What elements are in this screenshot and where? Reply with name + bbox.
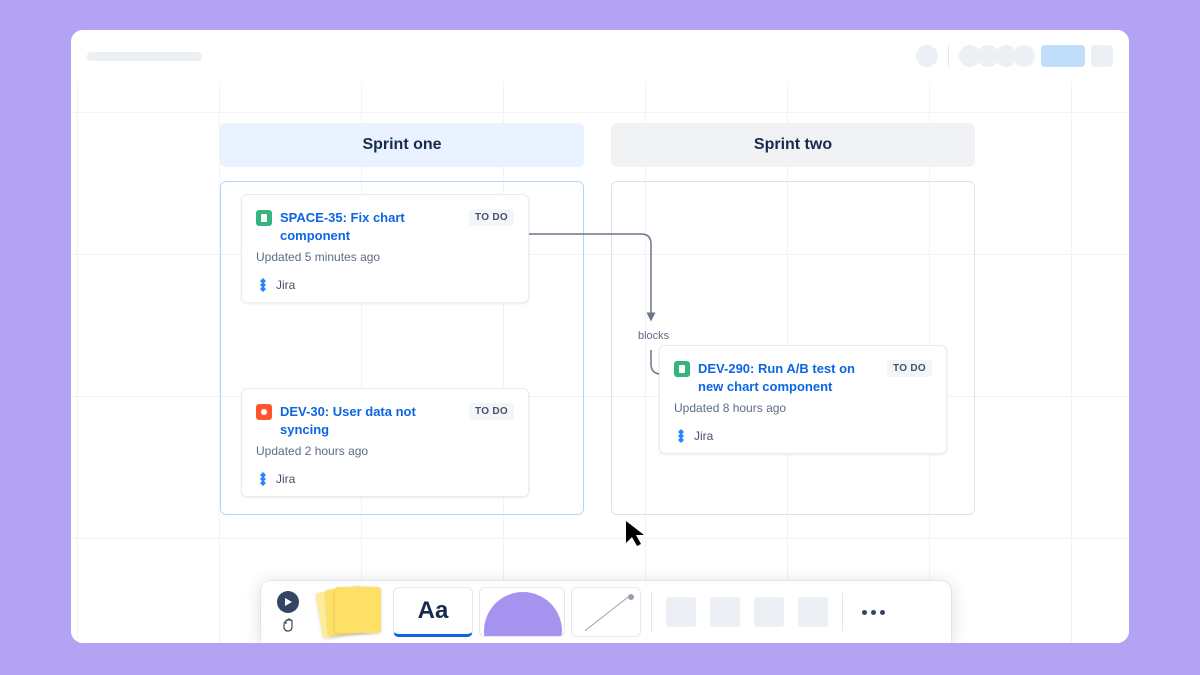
issue-card-dev30[interactable]: DEV-30: User data not syncing TO DO Upda…	[241, 388, 529, 497]
shape-tool[interactable]	[479, 587, 565, 637]
tool-placeholder-4[interactable]	[798, 597, 828, 627]
app-window: Sprint one Sprint two blocks SPACE-35: F…	[71, 30, 1129, 643]
card-title: DEV-30: User data not syncing	[280, 403, 461, 438]
sticky-note-tool[interactable]	[311, 587, 387, 637]
section-header-sprint-one[interactable]: Sprint one	[220, 123, 584, 167]
divider	[651, 593, 652, 631]
grid-line	[77, 82, 78, 643]
connector-label: blocks	[635, 330, 672, 342]
card-footer: Jira	[256, 278, 514, 292]
bug-icon	[256, 404, 272, 420]
circle-icon	[484, 592, 562, 637]
grid-line	[71, 538, 1129, 539]
whiteboard-canvas[interactable]: Sprint one Sprint two blocks SPACE-35: F…	[71, 82, 1129, 643]
line-endpoint-icon	[628, 594, 634, 600]
tool-placeholder-3[interactable]	[754, 597, 784, 627]
issue-card-space35[interactable]: SPACE-35: Fix chart component TO DO Upda…	[241, 194, 529, 303]
card-title-wrap: DEV-290: Run A/B test on new chart compo…	[674, 360, 879, 395]
card-footer: Jira	[674, 429, 932, 443]
dot-icon	[880, 610, 885, 615]
collab-avatar-4[interactable]	[1013, 45, 1035, 67]
card-title: SPACE-35: Fix chart component	[280, 209, 461, 244]
grid-line	[71, 112, 1129, 113]
sticky-note-icon	[335, 587, 381, 633]
tool-placeholder-2[interactable]	[710, 597, 740, 627]
jira-icon	[674, 429, 688, 443]
select-tool[interactable]	[271, 587, 305, 637]
line-icon	[585, 596, 630, 631]
topbar-right	[916, 45, 1113, 67]
status-badge: TO DO	[469, 209, 514, 226]
source-label: Jira	[276, 472, 295, 486]
story-icon	[256, 210, 272, 226]
card-title: DEV-290: Run A/B test on new chart compo…	[698, 360, 879, 395]
cursor-icon	[624, 519, 648, 547]
card-title-wrap: SPACE-35: Fix chart component	[256, 209, 461, 244]
menu-button[interactable]	[1091, 45, 1113, 67]
status-badge: TO DO	[887, 360, 932, 377]
pointer-icon	[277, 591, 299, 613]
jira-icon	[256, 472, 270, 486]
section-title: Sprint two	[754, 136, 832, 154]
text-tool-label: Aa	[418, 597, 449, 625]
card-updated: Updated 2 hours ago	[256, 444, 514, 458]
dot-icon	[862, 610, 867, 615]
story-icon	[674, 361, 690, 377]
card-updated: Updated 8 hours ago	[674, 401, 932, 415]
text-tool[interactable]: Aa	[393, 587, 473, 637]
card-header: SPACE-35: Fix chart component TO DO	[256, 209, 514, 244]
section-header-sprint-two[interactable]: Sprint two	[611, 123, 975, 167]
status-badge: TO DO	[469, 403, 514, 420]
divider	[948, 45, 949, 67]
topbar	[71, 30, 1129, 82]
card-footer: Jira	[256, 472, 514, 486]
avatar[interactable]	[916, 45, 938, 67]
share-button[interactable]	[1041, 45, 1085, 67]
source-label: Jira	[276, 278, 295, 292]
dot-icon	[871, 610, 876, 615]
card-header: DEV-30: User data not syncing TO DO	[256, 403, 514, 438]
hand-icon	[280, 617, 296, 633]
topbar-title-placeholder	[87, 52, 202, 61]
more-tools-button[interactable]	[853, 587, 893, 637]
card-title-wrap: DEV-30: User data not syncing	[256, 403, 461, 438]
card-updated: Updated 5 minutes ago	[256, 250, 514, 264]
toolbar: Aa	[261, 581, 951, 643]
divider	[842, 593, 843, 631]
jira-icon	[256, 278, 270, 292]
tool-placeholder-1[interactable]	[666, 597, 696, 627]
source-label: Jira	[694, 429, 713, 443]
issue-card-dev290[interactable]: DEV-290: Run A/B test on new chart compo…	[659, 345, 947, 454]
section-title: Sprint one	[362, 136, 441, 154]
line-tool[interactable]	[571, 587, 641, 637]
grid-line	[1071, 82, 1072, 643]
card-header: DEV-290: Run A/B test on new chart compo…	[674, 360, 932, 395]
